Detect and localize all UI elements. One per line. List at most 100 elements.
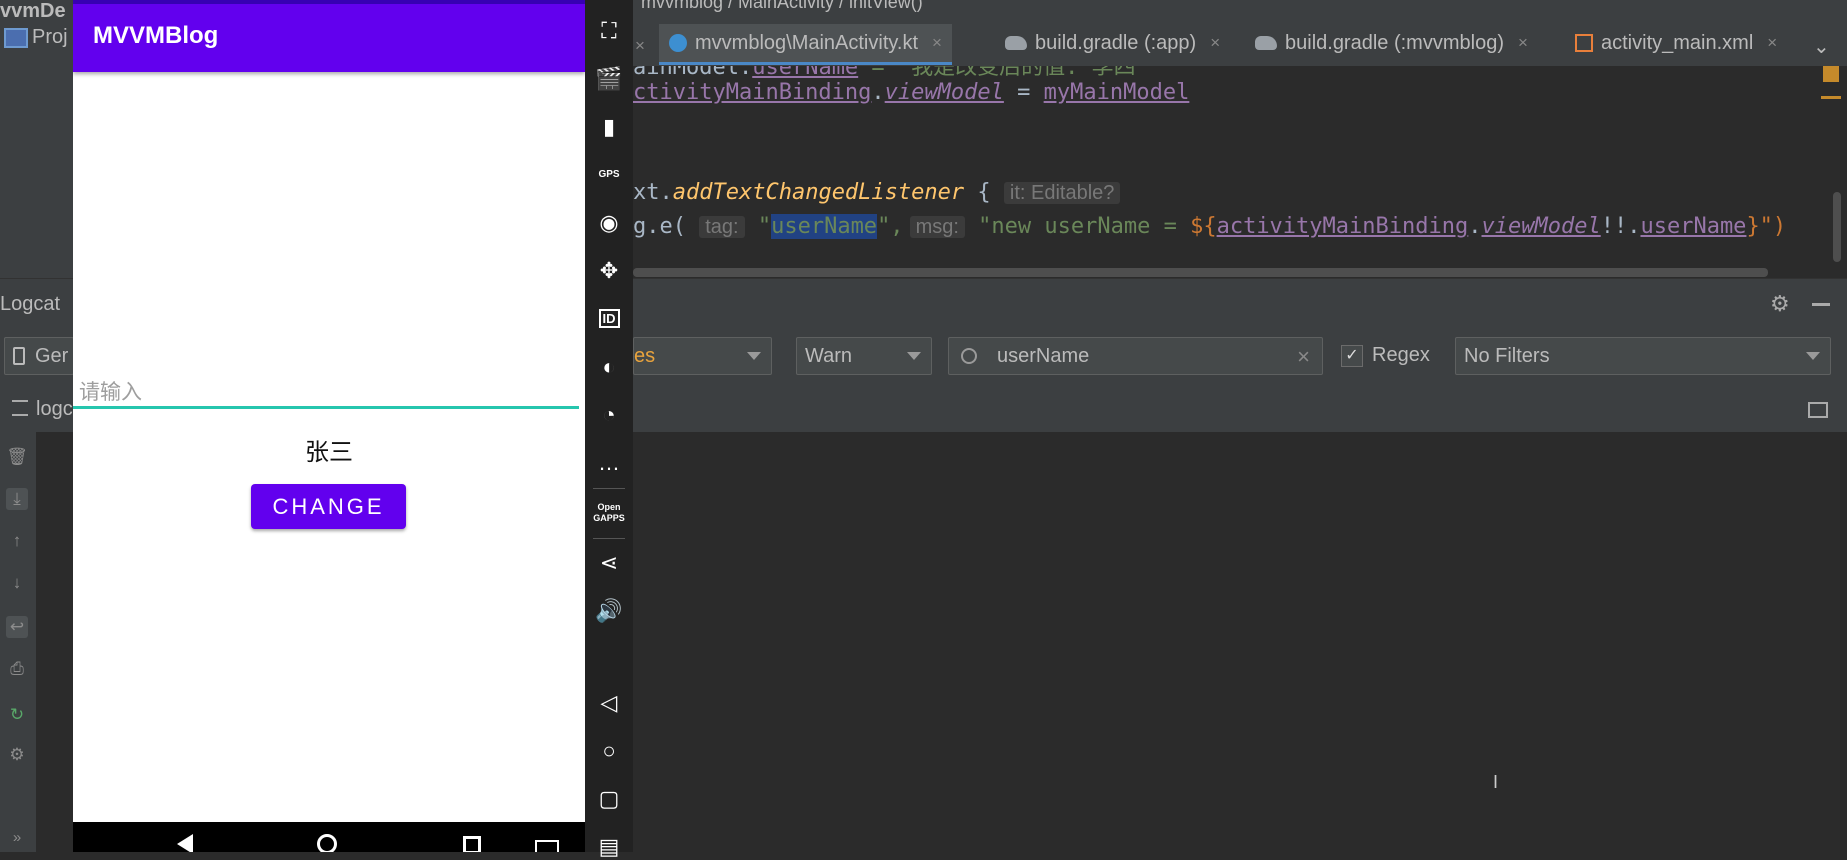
toolbar-divider (593, 488, 625, 489)
rss-icon[interactable]: ◔ (585, 402, 633, 428)
fullscreen-icon[interactable]: ⛶ (585, 18, 633, 44)
selected-text: userName (771, 214, 878, 239)
log-level-dropdown[interactable]: Warn (796, 337, 932, 375)
clear-icon[interactable]: × (1297, 344, 1310, 370)
project-tool-label[interactable]: Proj (32, 26, 68, 49)
code-token: }") (1746, 214, 1787, 239)
scroll-to-end-icon[interactable]: ⤓ (6, 488, 28, 510)
breadcrumb-text[interactable]: mvvmblog / MainActivity / initView() (641, 0, 923, 13)
arrow-up-icon[interactable]: ↑ (6, 530, 28, 552)
text-cursor-icon: I (1493, 772, 1499, 792)
filter-dropdown[interactable]: No Filters (1455, 337, 1831, 375)
message-icon[interactable]: … (585, 450, 633, 476)
code-token: myMainModel (1043, 80, 1190, 105)
ide-window-title: vvmDe (0, 0, 66, 22)
logcat-tab-label[interactable]: logc (36, 398, 73, 421)
input-underline (73, 406, 579, 409)
tabs-overflow-icon[interactable]: ⌄ (1813, 34, 1830, 59)
recents-icon[interactable] (463, 836, 481, 852)
code-token: viewModel (884, 80, 1004, 105)
code-line-2: ctivityMainBinding.viewModel = myMainMod… (633, 80, 1189, 105)
tab-activity-main-xml[interactable]: activity_main.xml × (1575, 24, 1777, 62)
code-token: . (871, 80, 885, 105)
back-icon[interactable] (177, 834, 193, 852)
code-line-3: xt.addTextChangedListener { it: Editable… (633, 180, 1121, 205)
dpad-icon[interactable]: ✥ (585, 258, 633, 284)
code-token: g.e( (633, 214, 700, 239)
share-icon[interactable]: ⋖ (585, 550, 633, 576)
gps-label: GPS (598, 169, 620, 180)
regex-checkbox[interactable]: ✓ (1341, 345, 1363, 367)
gear-icon[interactable]: ⚙ (1770, 291, 1790, 317)
search-input[interactable]: userName × (948, 337, 1323, 375)
expand-icon[interactable]: » (6, 826, 28, 848)
gradle-elephant-icon (1255, 36, 1277, 50)
vertical-scrollbar-thumb[interactable] (1833, 192, 1841, 262)
change-button[interactable]: CHANGE (251, 484, 406, 529)
emulator-screen[interactable]: MVVMBlog 请输入 张三 CHANGE (73, 0, 585, 852)
layout-icon[interactable] (1808, 402, 1828, 418)
volume-up-icon[interactable]: 🔊 (585, 598, 633, 624)
code-line-4: g.e( tag: "userName", msg: "new userName … (633, 214, 1786, 239)
filter-label: No Filters (1464, 344, 1550, 367)
media-icon[interactable]: ◐ (585, 354, 633, 380)
regex-label: Regex (1372, 344, 1430, 366)
minimize-icon[interactable] (1812, 303, 1830, 306)
code-token: ainModel. (633, 66, 753, 80)
parameter-hint: tag: (699, 216, 745, 238)
device-dropdown[interactable]: Ger (4, 337, 74, 375)
code-token: userName (1640, 214, 1747, 239)
logcat-tab-icon (12, 400, 28, 416)
tab-build-gradle-mvvmblog[interactable]: build.gradle (:mvvmblog) × (1255, 24, 1528, 62)
username-input[interactable]: 请输入 (79, 376, 142, 406)
app-title: MVVMBlog (93, 22, 219, 49)
keyboard-icon[interactable] (535, 840, 559, 852)
code-token: = (1003, 80, 1044, 105)
gps-icon[interactable]: GPS (585, 162, 633, 188)
search-value: userName (997, 344, 1090, 367)
warning-marker-icon[interactable] (1823, 66, 1839, 82)
code-token: . (1468, 214, 1482, 239)
close-icon[interactable]: × (932, 33, 942, 53)
battery-icon[interactable]: ▮ (585, 114, 633, 140)
tab-mainactivity[interactable]: mvvmblog\MainActivity.kt × (659, 24, 952, 65)
code-token: ", (877, 214, 904, 239)
code-token: viewModel (1481, 214, 1601, 239)
screen-record-icon[interactable]: 🎬 (585, 66, 633, 92)
close-icon[interactable]: × (1210, 33, 1220, 53)
arrow-down-icon[interactable]: ↓ (6, 572, 28, 594)
breadcrumb: mvvmblog / MainActivity / initView() (633, 0, 1847, 14)
tab-close-hidden[interactable]: × (635, 36, 645, 56)
parameter-hint: it: Editable? (1003, 182, 1121, 204)
status-bar (73, 0, 585, 4)
camera-icon[interactable]: ◉ (585, 210, 633, 236)
restart-icon[interactable]: ↻ (6, 704, 28, 726)
horizontal-scrollbar-thumb[interactable] (633, 268, 1768, 277)
package-dropdown[interactable]: es (633, 337, 772, 375)
close-icon[interactable]: × (1518, 33, 1528, 53)
kotlin-file-icon (669, 34, 687, 52)
code-token: { (964, 180, 1004, 205)
error-stripe-mark[interactable] (1821, 96, 1841, 99)
app-bar: MVVMBlog (73, 0, 585, 72)
soft-wrap-icon[interactable]: ↩ (6, 616, 28, 638)
fingerprint-id-icon[interactable]: ID (585, 306, 633, 332)
code-token: activityMainBinding (1216, 214, 1469, 239)
back-nav-icon[interactable]: ◁ (585, 690, 633, 716)
trash-icon[interactable]: 🗑 (6, 446, 28, 468)
settings-icon[interactable]: ⚙ (6, 744, 28, 766)
menu-icon[interactable]: ▤ (585, 834, 633, 860)
home-icon[interactable] (317, 834, 337, 852)
code-editor[interactable]: ainModel.userName = "我是改变后的值: 李四" ctivit… (633, 66, 1847, 268)
open-gapps-icon[interactable]: Open GAPPS (585, 502, 633, 524)
toolbar-divider (593, 538, 625, 539)
close-icon[interactable]: × (1767, 33, 1777, 53)
print-icon[interactable]: ⎙ (6, 658, 28, 680)
home-nav-icon[interactable]: ○ (585, 738, 633, 764)
code-token: "new userName = (964, 214, 1191, 239)
chevron-down-icon (747, 352, 761, 360)
tab-build-gradle-app[interactable]: build.gradle (:app) × (1005, 24, 1220, 62)
logcat-title: Logcat (0, 293, 61, 315)
device-label: Ger (35, 344, 69, 367)
overview-nav-icon[interactable]: ▢ (585, 786, 633, 812)
